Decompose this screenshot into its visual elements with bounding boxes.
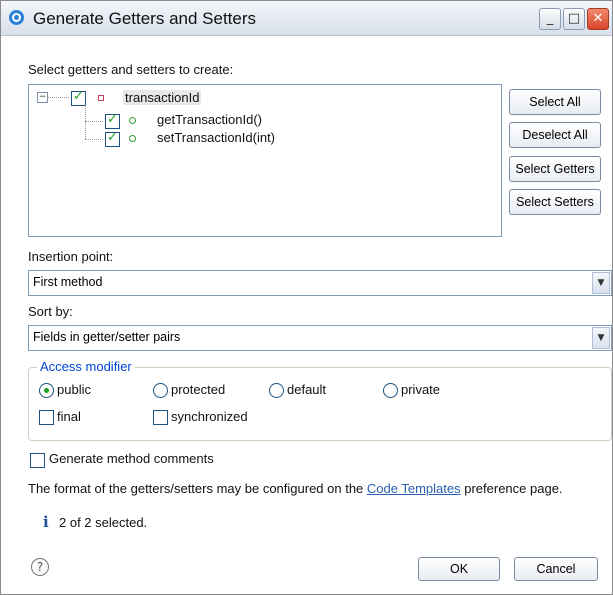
final-label[interactable]: final [57, 409, 81, 424]
final-checkbox[interactable] [39, 410, 54, 425]
radio-private[interactable] [383, 383, 398, 398]
selection-status: 2 of 2 selected. [59, 515, 148, 530]
tree-connector [47, 97, 69, 98]
dialog-window: Generate Getters and Setters _ □ ✕ Selec… [0, 0, 613, 595]
tree-connector [85, 121, 103, 122]
template-note: The format of the getters/setters may be… [28, 481, 563, 496]
method-icon [129, 117, 136, 124]
chevron-down-icon[interactable]: ▼ [592, 272, 610, 294]
methods-tree[interactable] [28, 84, 502, 237]
method-comments-checkbox[interactable] [30, 453, 45, 468]
setter-name[interactable]: setTransactionId(int) [157, 130, 275, 145]
sort-by-select[interactable]: Fields in getter/setter pairs ▼ [28, 325, 612, 351]
setter-checkbox[interactable] [105, 130, 120, 147]
radio-public-label[interactable]: public [57, 382, 91, 397]
tree-connector [85, 139, 103, 140]
radio-default[interactable] [269, 383, 284, 398]
tree-connector [85, 105, 86, 139]
minimize-button[interactable]: _ [539, 8, 561, 30]
template-note-suffix: preference page. [460, 481, 563, 496]
method-comments-label[interactable]: Generate method comments [49, 451, 214, 466]
field-icon [98, 95, 104, 101]
access-modifier-title: Access modifier [37, 359, 135, 374]
sort-by-label: Sort by: [28, 304, 73, 319]
insertion-point-label: Insertion point: [28, 249, 114, 264]
select-all-button[interactable]: Select All [509, 89, 601, 115]
ok-button[interactable]: OK [418, 557, 500, 581]
eclipse-icon [9, 10, 24, 25]
close-button[interactable]: ✕ [587, 8, 609, 30]
select-label: Select getters and setters to create: [28, 62, 234, 77]
getter-checkbox[interactable] [105, 112, 120, 129]
deselect-all-button[interactable]: Deselect All [509, 122, 601, 148]
chevron-down-icon[interactable]: ▼ [592, 327, 610, 349]
method-icon [129, 135, 136, 142]
template-note-prefix: The format of the getters/setters may be… [28, 481, 367, 496]
insertion-point-select[interactable]: First method ▼ [28, 270, 612, 296]
access-modifier-group [28, 367, 612, 441]
maximize-button[interactable]: □ [563, 8, 585, 30]
field-name[interactable]: transactionId [123, 90, 202, 105]
select-setters-button[interactable]: Select Setters [509, 189, 601, 215]
help-icon[interactable]: ? [31, 558, 49, 576]
radio-default-label[interactable]: default [287, 382, 326, 397]
radio-protected-label[interactable]: protected [171, 382, 225, 397]
field-checkbox[interactable] [71, 89, 86, 106]
window-title: Generate Getters and Setters [33, 9, 257, 28]
getter-name[interactable]: getTransactionId() [157, 112, 262, 127]
title-bar[interactable]: Generate Getters and Setters _ □ ✕ [1, 1, 612, 36]
info-icon: i [43, 513, 49, 531]
radio-private-label[interactable]: private [401, 382, 440, 397]
insertion-point-value: First method [33, 275, 103, 289]
synchronized-checkbox[interactable] [153, 410, 168, 425]
radio-public[interactable] [39, 383, 54, 398]
synchronized-label[interactable]: synchronized [171, 409, 248, 424]
code-templates-link[interactable]: Code Templates [367, 481, 461, 496]
radio-protected[interactable] [153, 383, 168, 398]
select-getters-button[interactable]: Select Getters [509, 156, 601, 182]
sort-by-value: Fields in getter/setter pairs [33, 330, 181, 344]
cancel-button[interactable]: Cancel [514, 557, 598, 581]
